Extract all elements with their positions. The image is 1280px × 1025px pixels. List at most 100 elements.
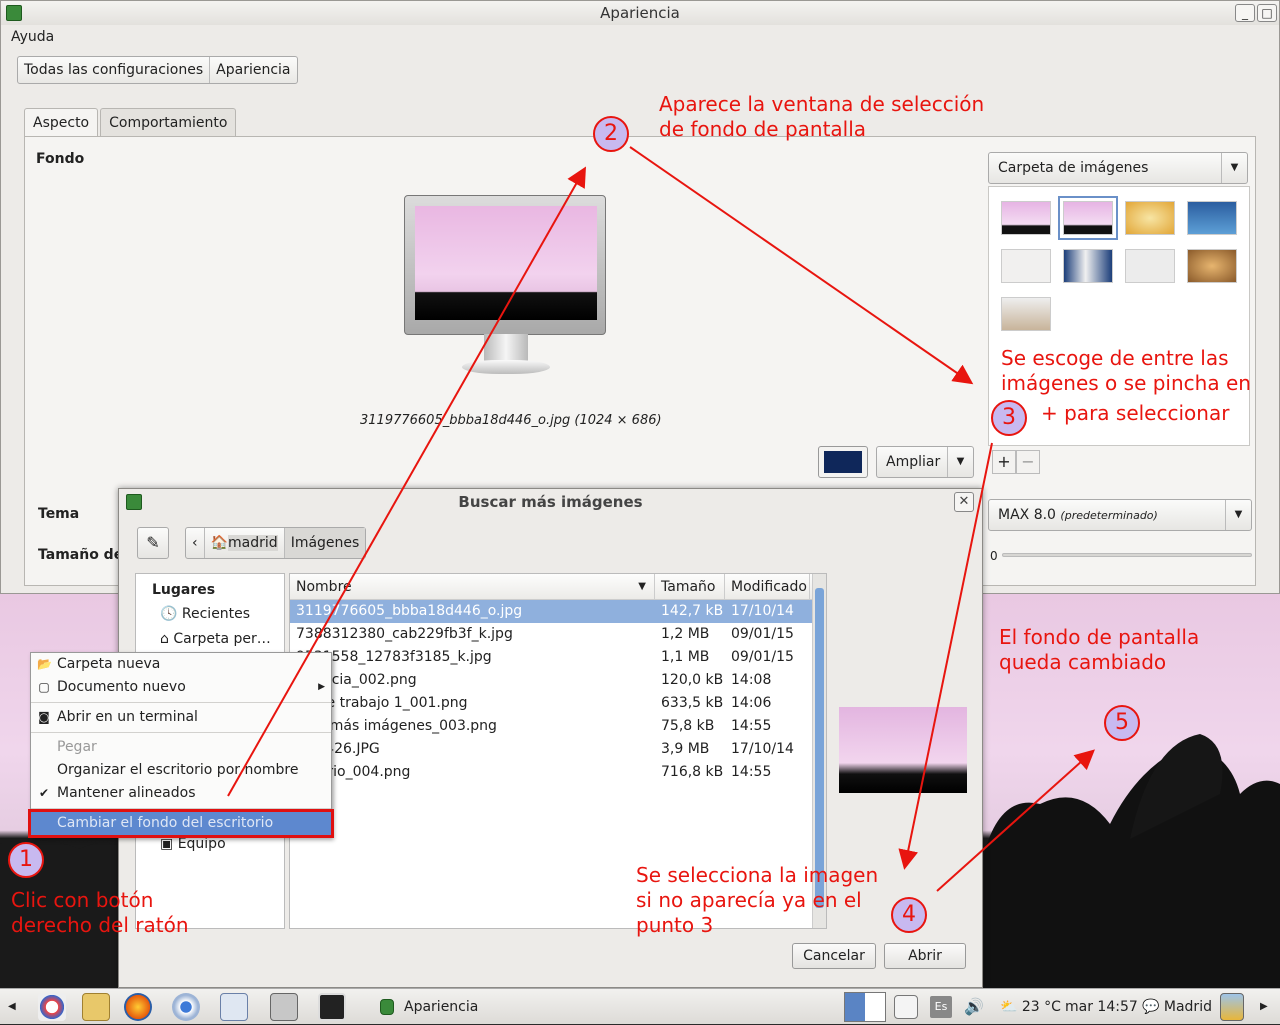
path-back-button[interactable]: ‹ [186,528,205,558]
thumbnail[interactable] [1125,201,1175,235]
file-row[interactable]: 7388312380_cab229fb3f_k.jpg 1,2 MB 09/01/1… [290,623,826,646]
annotation-4c: punto 3 [636,913,714,937]
add-wallpaper-button[interactable]: + [992,450,1016,474]
window-titlebar[interactable]: Apariencia _ □ [1,1,1279,25]
open-button[interactable]: Abrir [884,943,966,969]
place-label: Carpeta per… [173,631,271,647]
menu-help[interactable]: Ayuda [11,29,54,45]
submenu-arrow-icon: ▶ [318,682,325,692]
menu-item-change-background[interactable]: Cambiar el fondo del escritorio [28,809,334,838]
step-5-marker: 5 [1104,705,1140,741]
menu-item-open-terminal[interactable]: ◙ Abrir en un terminal [31,706,331,729]
firefox-icon[interactable] [124,993,152,1021]
thumbnail[interactable] [1187,201,1237,235]
menu-item-new-document[interactable]: ▢ Documento nuevo ▶ [31,676,331,699]
notes-icon[interactable] [82,993,110,1021]
tab-aspecto[interactable]: Aspecto [24,108,99,136]
menu-item-keep-aligned[interactable]: ✔ Mantener alineados [31,782,331,805]
cancel-button[interactable]: Cancelar [792,943,876,969]
path-images[interactable]: Imágenes [284,528,366,558]
text-editor-icon[interactable] [220,993,248,1021]
file-row[interactable]: CN0426.JPG 3,9 MB 17/10/14 [290,738,826,761]
scrollbar-thumb[interactable] [815,588,824,908]
printer-icon[interactable] [894,995,918,1019]
path-home-label: madrid [228,535,278,551]
folder-dropdown[interactable]: Carpeta de imágenes ▼ [988,152,1248,184]
task-apariencia[interactable]: Apariencia [404,989,478,1025]
size-slider-value: 0 [990,549,998,563]
folder-value: Carpeta de imágenes [998,160,1149,176]
thumbnail[interactable] [1063,249,1113,283]
crumb-appearance[interactable]: Apariencia [210,57,296,83]
folder-icon: 📂 [37,657,52,671]
file-row[interactable]: ea de trabajo 1_001.png 633,5 kB 14:06 [290,692,826,715]
file-row[interactable]: scar más imágenes_003.png 75,8 kB 14:55 [290,715,826,738]
menu-item-new-folder[interactable]: 📂 Carpeta nueva [31,653,331,676]
annotation-4: Se selecciona la imagen [636,863,879,887]
path-home[interactable]: 🏠madrid [205,528,285,558]
file-row[interactable]: 9531558_12783f3185_k.jpg 1,1 MB 09/01/15 [290,646,826,669]
file-row[interactable]: 3119776605_bbba18d446_o.jpg 142,7 kB 17/10… [290,600,826,623]
thumbnail[interactable] [1187,249,1237,283]
taskbar-scroll-right[interactable]: ▶ [1260,989,1268,1025]
menu-separator [31,732,331,733]
check-icon: ✔ [38,786,50,800]
workspace-switcher[interactable] [844,992,886,1022]
step-4-marker: 4 [891,897,927,933]
weather[interactable]: ⛅ 23 °C [1000,989,1061,1025]
remove-wallpaper-button[interactable]: − [1016,450,1040,474]
thumbnail[interactable] [1001,297,1051,331]
column-modified[interactable]: Modificado [725,574,810,599]
step-3-marker: 3 [991,400,1027,436]
color-swatch [824,451,862,473]
location-label: Madrid [1163,999,1212,1015]
keyboard-layout[interactable]: Es [930,996,952,1018]
location[interactable]: 💬 Madrid [1142,989,1212,1025]
breadcrumb: Todas las configuraciones Apariencia [17,56,298,84]
taskbar-scroll-left[interactable]: ◀ [8,989,16,1025]
file-row[interactable]: ariencia_002.png 120,0 kB 14:08 [290,669,826,692]
trash-icon[interactable] [1220,993,1244,1021]
annotation-1: Clic con botón [11,888,154,912]
close-icon[interactable]: ✕ [954,492,974,512]
theme-dropdown[interactable]: MAX 8.0 (predeterminado) ▼ [988,499,1252,531]
size-slider[interactable] [1002,553,1252,557]
tab-comportamiento[interactable]: Comportamiento [100,108,237,136]
terminal-icon[interactable] [318,993,346,1021]
label-tema: Tema [38,506,80,522]
theme-name: MAX 8.0 [998,507,1056,523]
maximize-button[interactable]: □ [1257,4,1277,22]
taskbar: ◀ Apariencia Es 🔊 ⛅ 23 °C mar 14:57 💬 Ma… [0,988,1280,1024]
window-title: Apariencia [600,4,680,22]
place-home[interactable]: ⌂ Carpeta per… [136,627,284,652]
screenshot-icon[interactable] [270,993,298,1021]
thumbnail[interactable] [1001,201,1051,235]
app-icon [126,494,142,510]
dialog-titlebar[interactable]: Buscar más imágenes ✕ [119,489,982,515]
wallpaper-caption: 3119776605_bbba18d446_o.jpg (1024 × 686) [360,413,662,428]
menu-item-arrange[interactable]: Organizar el escritorio por nombre [31,759,331,782]
add-remove-buttons: + − [992,450,1040,474]
thumbnail[interactable] [1001,249,1051,283]
crumb-all-settings[interactable]: Todas las configuraciones [18,57,211,83]
step-1-marker: 1 [8,842,44,878]
browser-icon[interactable] [172,993,200,1021]
wallpaper-preview [415,206,597,320]
clock[interactable]: mar 14:57 [1065,989,1138,1025]
annotation-5b: queda cambiado [999,650,1167,674]
volume-icon[interactable]: 🔊 [964,989,984,1025]
menu-launcher-icon[interactable] [38,993,66,1021]
tab-bar: Aspecto Comportamiento [24,108,238,136]
thumbnail[interactable] [1125,249,1175,283]
annotation-3: Se escoge de entre las [1001,346,1229,370]
place-recent[interactable]: 🕓 Recientes [136,602,284,627]
file-row[interactable]: critorio_004.png 716,8 kB 14:55 [290,761,826,784]
minimize-button[interactable]: _ [1235,4,1255,22]
column-size[interactable]: Tamaño [655,574,725,599]
edit-location-button[interactable]: ✎ [137,527,169,559]
mode-dropdown[interactable]: Ampliar ▼ [876,446,974,478]
menu-item-paste[interactable]: Pegar [31,736,331,759]
color-button[interactable] [818,446,868,478]
thumbnail-selected[interactable] [1058,196,1118,240]
column-name[interactable]: Nombre ▼ [290,574,655,599]
